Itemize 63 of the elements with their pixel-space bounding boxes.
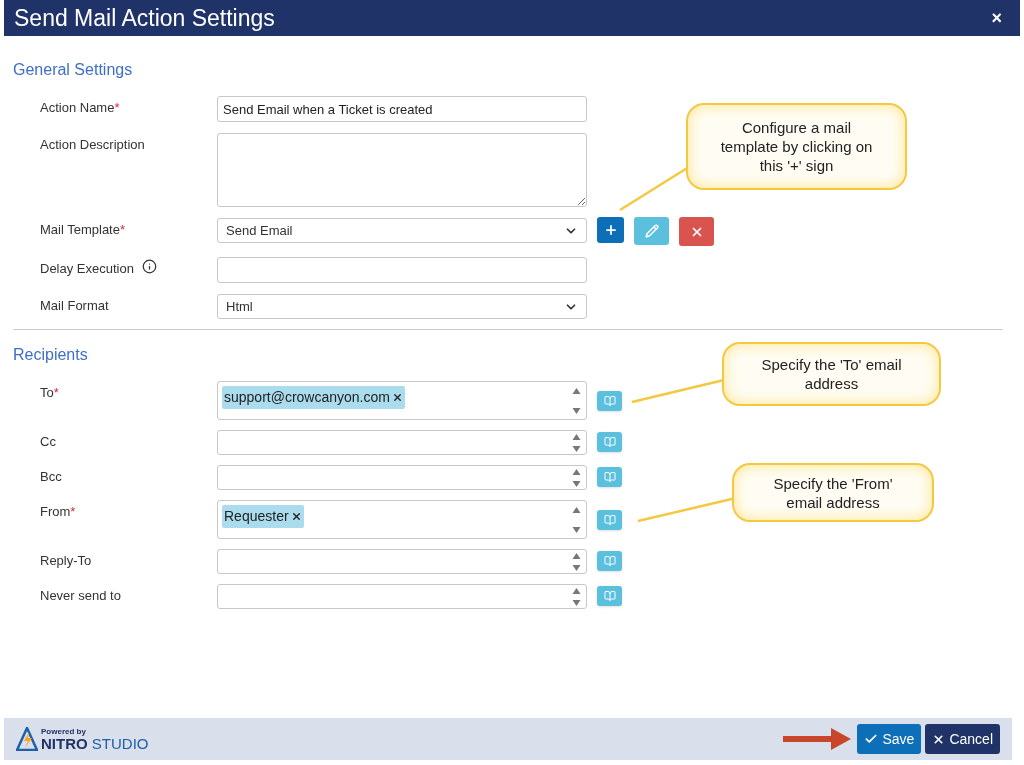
remove-icon[interactable] bbox=[290, 511, 302, 522]
lightning-logo-icon bbox=[16, 727, 38, 751]
plus-icon bbox=[603, 223, 618, 237]
field-label: Action Description bbox=[40, 136, 145, 154]
field-label: Cc bbox=[40, 433, 56, 451]
recipient-token[interactable]: support@crowcanyon.com bbox=[222, 386, 405, 409]
input-field[interactable] bbox=[217, 257, 587, 283]
close-button[interactable]: × bbox=[983, 4, 1010, 32]
field-label: Mail Format bbox=[40, 297, 109, 315]
description-field[interactable] bbox=[217, 133, 587, 207]
scroll-arrows-icon[interactable] bbox=[572, 586, 581, 607]
input-field[interactable]: Send Email when a Ticket is created bbox=[217, 96, 587, 122]
scroll-arrows-icon[interactable] bbox=[572, 432, 581, 453]
address-book-button[interactable] bbox=[597, 467, 622, 487]
recipient-field[interactable] bbox=[217, 584, 587, 609]
address-book-button[interactable] bbox=[597, 551, 622, 571]
recipient-field[interactable] bbox=[217, 430, 587, 455]
scroll-arrows-icon[interactable] bbox=[572, 551, 581, 572]
dropdown-field[interactable]: Html bbox=[217, 294, 587, 319]
dropdown-field[interactable]: Send Email bbox=[217, 218, 587, 243]
book-icon bbox=[603, 395, 616, 407]
edit-button[interactable] bbox=[634, 217, 669, 245]
check-icon bbox=[864, 732, 879, 746]
add-button[interactable] bbox=[597, 217, 624, 243]
address-book-button[interactable] bbox=[597, 391, 622, 411]
book-icon bbox=[603, 471, 616, 483]
pencil-icon bbox=[644, 224, 659, 238]
section-heading: Recipients bbox=[13, 345, 88, 365]
recipient-field[interactable]: support@crowcanyon.com bbox=[217, 381, 587, 420]
brand-name: NITRO STUDIO bbox=[41, 736, 149, 751]
save-button[interactable]: Save bbox=[857, 724, 922, 754]
scroll-arrows-icon[interactable] bbox=[572, 386, 581, 415]
book-icon bbox=[603, 555, 616, 567]
callout: Specify the 'From' email address bbox=[732, 463, 934, 522]
recipient-field[interactable] bbox=[217, 465, 587, 490]
book-icon bbox=[603, 590, 616, 602]
field-label: Bcc bbox=[40, 468, 62, 486]
book-icon bbox=[603, 514, 616, 526]
field-label: Reply-To bbox=[40, 552, 92, 570]
scroll-arrows-icon[interactable] bbox=[572, 467, 581, 488]
section-heading: General Settings bbox=[13, 60, 133, 80]
book-icon bbox=[603, 436, 616, 448]
address-book-button[interactable] bbox=[597, 510, 622, 530]
field-label: Mail Template* bbox=[40, 221, 126, 239]
powered-by-text: Powered by bbox=[41, 728, 87, 736]
field-label: To* bbox=[40, 384, 59, 402]
recipient-token[interactable]: Requester bbox=[222, 505, 304, 528]
delete-button[interactable] bbox=[679, 217, 714, 246]
field-label: From* bbox=[40, 503, 76, 521]
remove-icon[interactable] bbox=[391, 392, 403, 403]
recipient-field[interactable]: Requester bbox=[217, 500, 587, 539]
scroll-arrows-icon[interactable] bbox=[572, 505, 581, 534]
address-book-button[interactable] bbox=[597, 586, 622, 606]
window-title: Send Mail Action Settings bbox=[14, 3, 275, 33]
field-label: Never send to bbox=[40, 587, 121, 605]
cancel-button[interactable]: Cancel bbox=[925, 724, 1000, 754]
address-book-button[interactable] bbox=[597, 432, 622, 452]
field-label: Action Name* bbox=[40, 99, 120, 117]
callout: Specify the 'To' email address bbox=[722, 342, 941, 406]
recipient-field[interactable] bbox=[217, 549, 587, 574]
field-label: Delay Execution bbox=[40, 260, 134, 278]
callout: Configure a mail template by clicking on this '+' sign bbox=[686, 103, 907, 190]
info-icon[interactable] bbox=[141, 259, 157, 274]
